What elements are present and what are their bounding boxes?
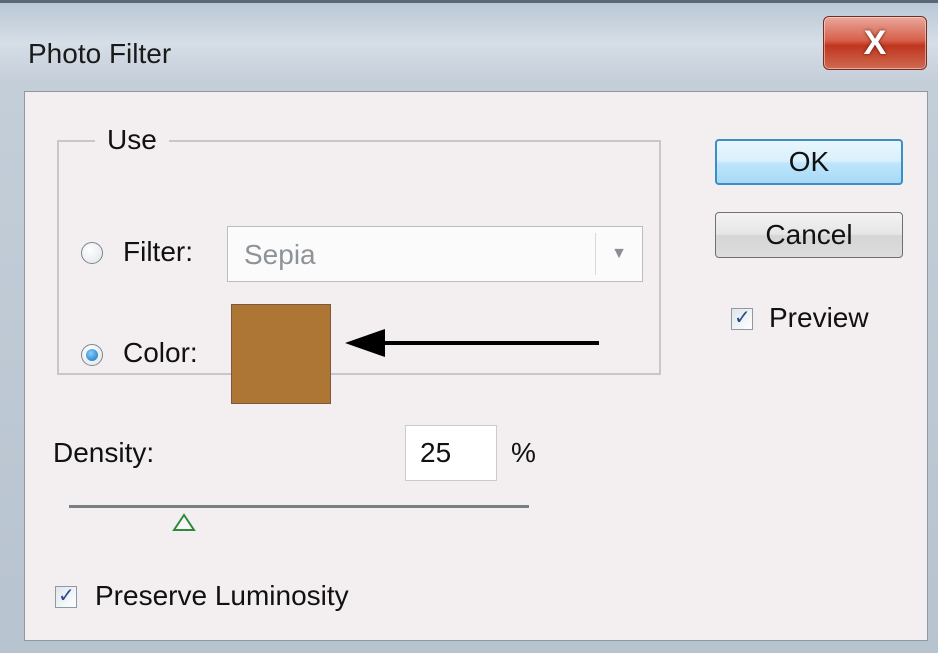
title-bar[interactable]: Photo Filter X [0, 6, 938, 91]
cancel-button[interactable]: Cancel [715, 212, 903, 258]
filter-select[interactable]: Sepia ▼ [227, 226, 643, 282]
filter-label: Filter: [123, 236, 193, 267]
check-icon: ✓ [58, 585, 75, 607]
check-icon: ✓ [734, 307, 751, 329]
preserve-luminosity-label: Preserve Luminosity [95, 580, 349, 611]
photo-filter-dialog: Photo Filter X Use Filter: Sepia ▼ Color… [0, 0, 938, 653]
use-group: Use Filter: Sepia ▼ Color: [57, 124, 661, 404]
filter-select-value: Sepia [244, 239, 316, 270]
chevron-down-icon[interactable]: ▼ [595, 233, 642, 275]
color-radio[interactable] [81, 344, 103, 366]
color-label: Color: [123, 337, 198, 368]
preview-label: Preview [769, 302, 869, 333]
density-unit: % [511, 437, 536, 468]
density-slider-thumb[interactable] [172, 513, 196, 533]
close-icon: X [863, 23, 887, 62]
arrow-left-icon [345, 329, 599, 357]
density-label: Density: [53, 437, 155, 468]
ok-button[interactable]: OK [715, 139, 903, 185]
use-group-legend: Use [95, 124, 169, 156]
preview-checkbox[interactable]: ✓ [731, 307, 753, 330]
dialog-body: Use Filter: Sepia ▼ Color: OK Cancel ✓ P… [24, 91, 928, 641]
density-input[interactable]: 25 [405, 425, 497, 481]
preserve-luminosity-checkbox[interactable]: ✓ [55, 585, 77, 608]
close-button[interactable]: X [823, 16, 927, 70]
density-slider-track[interactable] [69, 505, 529, 508]
dialog-title: Photo Filter [28, 38, 172, 69]
color-swatch[interactable] [231, 304, 331, 404]
filter-radio[interactable] [81, 242, 103, 264]
